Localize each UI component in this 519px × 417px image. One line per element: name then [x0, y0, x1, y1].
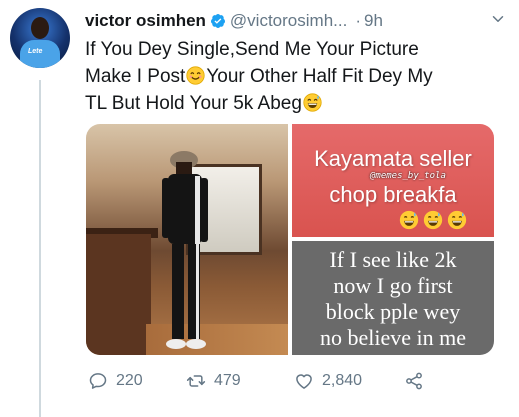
reply-count: 220	[116, 372, 143, 389]
tweet-text-line-2: Make I Post Your Other Half Fit Dey My	[85, 63, 505, 90]
media-photo[interactable]	[86, 124, 288, 355]
meme-2-line-2: now I go first	[333, 273, 453, 298]
photo-bar	[86, 234, 151, 355]
tweet-timestamp[interactable]: 9h	[364, 11, 383, 31]
grinning-sweat-icon	[303, 93, 322, 112]
tweet-text-line-3: TL But Hold Your 5k Abeg	[85, 90, 505, 117]
tweet-header: victor osimhen @victorosimh... · 9h	[85, 8, 509, 34]
meme-1-line-1: Kayamata seller	[314, 146, 472, 171]
media-meme-2[interactable]: If I see like 2k now I go first block pp…	[292, 241, 494, 355]
chevron-down-icon[interactable]	[489, 10, 507, 28]
reply-icon	[89, 373, 107, 389]
media-meme-1[interactable]: Kayamata seller @memes_by_tola chop brea…	[292, 124, 494, 237]
tweet-actions: 220 479 2,840	[86, 368, 506, 394]
meme-2-line-3: block pple wey	[325, 299, 461, 324]
meme-2-line-1: If I see like 2k	[329, 247, 457, 272]
tweet-text-line-2b: Your Other Half Fit Dey My	[206, 66, 433, 87]
share-button[interactable]	[404, 371, 432, 391]
share-icon	[406, 372, 422, 390]
meme-1-line-2: chop breakfa	[329, 182, 457, 207]
avatar[interactable]: Lete	[10, 8, 70, 68]
photo-person	[162, 151, 208, 349]
meme-2-line-4: no believe in me	[319, 325, 466, 350]
retweet-count: 479	[214, 372, 241, 389]
like-button[interactable]: 2,840	[294, 371, 362, 391]
grinning-sweat-icon	[399, 210, 419, 230]
tweet-text-line-3a: TL But Hold Your 5k Abeg	[85, 93, 302, 114]
author-name[interactable]: victor osimhen	[85, 11, 206, 31]
retweet-button[interactable]: 479	[186, 371, 241, 391]
avatar-head	[31, 17, 49, 39]
verified-badge-icon	[210, 14, 225, 28]
meme-1-watermark: @memes_by_tola	[370, 171, 446, 181]
grinning-sweat-icon	[447, 210, 467, 230]
tweet-text: If You Dey Single,Send Me Your Picture M…	[85, 36, 505, 117]
tweet-text-line-2a: Make I Post	[85, 66, 186, 87]
media-grid[interactable]: Kayamata seller @memes_by_tola chop brea…	[86, 124, 494, 355]
grinning-sweat-icon	[423, 210, 443, 230]
reply-button[interactable]: 220	[88, 371, 143, 391]
retweet-icon	[186, 375, 206, 387]
avatar-logo: Lete	[28, 48, 43, 55]
like-count: 2,840	[322, 372, 363, 389]
author-handle[interactable]: @victorosimh...	[230, 11, 347, 31]
meme-1-emoji-row	[399, 210, 471, 235]
thread-line	[39, 80, 41, 417]
smiling-face-icon	[186, 66, 205, 85]
heart-icon	[296, 374, 312, 389]
separator-dot: ·	[355, 11, 361, 30]
tweet-text-line-1: If You Dey Single,Send Me Your Picture	[85, 39, 419, 60]
